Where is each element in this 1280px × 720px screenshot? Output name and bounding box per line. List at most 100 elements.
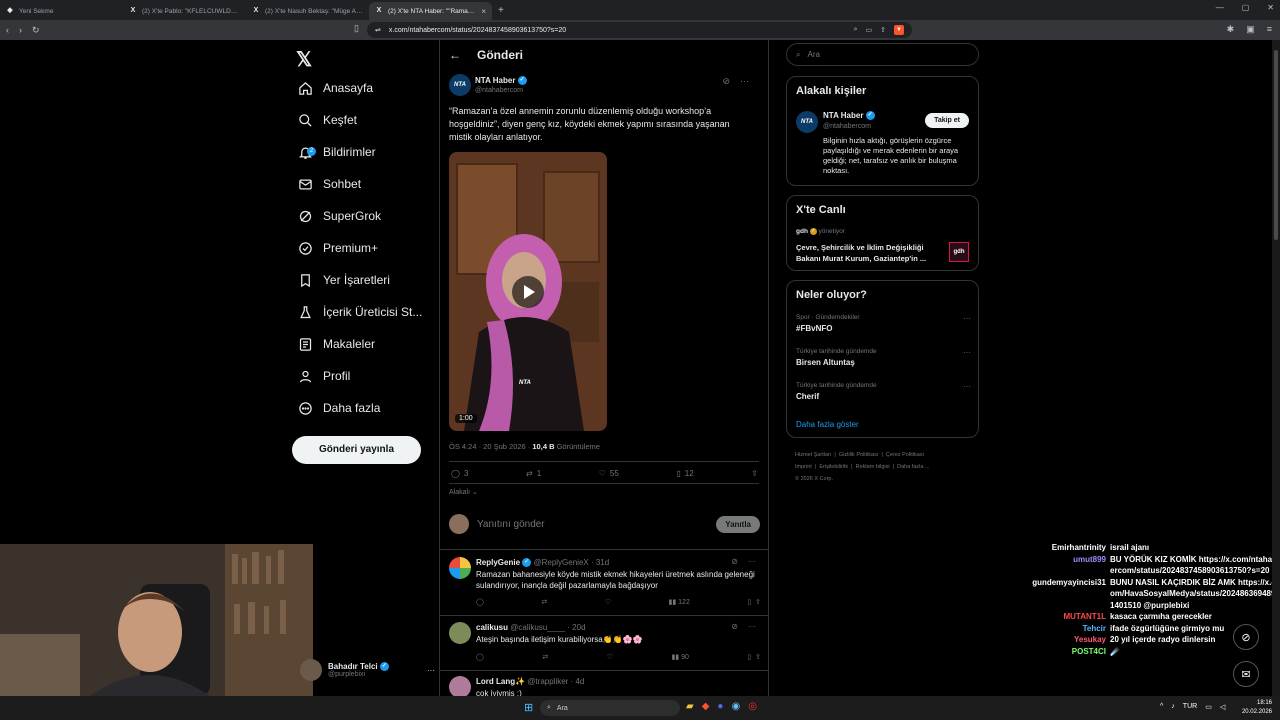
zoom-icon[interactable]: ⌕: [854, 26, 858, 34]
reload-icon[interactable]: ↻: [32, 25, 40, 36]
avatar[interactable]: NTA: [449, 74, 471, 96]
chat-username[interactable]: gundemyayincisi31: [1000, 577, 1106, 612]
address-bar[interactable]: ⇌ x.com/ntahabercom/status/2024837458903…: [367, 22, 912, 38]
like-action[interactable]: ♡ 55: [599, 469, 619, 478]
account-switcher[interactable]: Bahadır Telci ✓ @purplebixi ···: [300, 655, 435, 685]
nav-home[interactable]: Anasayfa: [298, 76, 373, 100]
more-options-icon[interactable]: ···: [748, 622, 756, 631]
grok-icon[interactable]: ⊘: [722, 76, 730, 87]
site-info-icon[interactable]: ⇌: [375, 26, 381, 34]
grok-icon[interactable]: ⊘: [731, 557, 738, 566]
nav-more[interactable]: Daha fazla: [298, 396, 380, 420]
author-name-row[interactable]: NTA Haber ✓: [475, 76, 527, 86]
more-options-icon[interactable]: ···: [963, 348, 971, 357]
nav-notifications[interactable]: 2 Bildirimler: [298, 140, 376, 164]
obs-icon[interactable]: ◎: [748, 701, 757, 712]
language-indicator[interactable]: TUR: [1183, 703, 1197, 711]
back-icon[interactable]: ‹: [6, 25, 9, 35]
scrollbar-thumb[interactable]: [1274, 50, 1278, 240]
menu-icon[interactable]: ≡: [1267, 24, 1272, 35]
taskbar-search[interactable]: ⌕ Ara: [540, 700, 680, 716]
nav-bookmarks[interactable]: Yer İşaretleri: [298, 268, 390, 292]
nav-creator-studio[interactable]: İçerik Üreticisi St...: [298, 300, 422, 324]
share-icon[interactable]: ⇪: [751, 469, 758, 478]
volume-icon[interactable]: ◁: [1220, 703, 1225, 711]
footer-link[interactable]: Erişilebilirlik: [819, 464, 848, 470]
heart-icon[interactable]: ♡: [607, 653, 613, 661]
reply-name[interactable]: ReplyGenie: [476, 558, 520, 567]
grok-icon[interactable]: ⊘: [731, 622, 738, 631]
nav-articles[interactable]: Makaleler: [298, 332, 375, 356]
follow-button[interactable]: Takip et: [925, 113, 969, 128]
file-explorer-icon[interactable]: ▰: [686, 701, 694, 712]
share-icon[interactable]: ⇪: [880, 26, 886, 34]
footer-link[interactable]: Hizmet Şartları: [795, 452, 831, 458]
chat-username[interactable]: Yesukay: [1000, 634, 1106, 646]
comment-icon[interactable]: ◯: [476, 598, 484, 606]
nav-explore[interactable]: Keşfet: [298, 108, 357, 132]
related-name-row[interactable]: NTA Haber ✓: [823, 111, 875, 121]
forward-icon[interactable]: ›: [19, 25, 22, 35]
more-options-icon[interactable]: ···: [427, 666, 435, 675]
nav-supergrok[interactable]: SuperGrok: [298, 204, 381, 228]
chat-username[interactable]: MUTANT1L: [1000, 611, 1106, 623]
more-options-icon[interactable]: ···: [963, 382, 971, 391]
tweet-time[interactable]: ÖS 4:24 · 20 Şub 2026 ·: [449, 442, 532, 451]
retweet-action[interactable]: ⇄ 1: [526, 469, 541, 478]
more-options-icon[interactable]: ···: [748, 557, 756, 566]
new-tab-icon[interactable]: +: [498, 5, 504, 16]
chat-username[interactable]: POST4CI: [1000, 646, 1106, 658]
close-window-icon[interactable]: ✕: [1267, 3, 1274, 12]
footer-link[interactable]: Gizlilik Politikası: [839, 452, 878, 458]
relevance-dropdown[interactable]: Alakalı ⌄: [449, 488, 478, 496]
reply-input[interactable]: Yanıtını gönder: [477, 519, 545, 530]
bookmark-action[interactable]: ▯ 12: [676, 469, 693, 478]
comment-icon[interactable]: ◯: [476, 653, 484, 661]
back-arrow-icon[interactable]: ←: [449, 48, 461, 62]
reply-item[interactable]: ReplyGenie ✓ @ReplyGenieX · 31d ⊘ ··· Ram…: [449, 557, 764, 612]
reply-action[interactable]: ◯ 3: [451, 469, 468, 478]
avatar[interactable]: NTA: [796, 111, 818, 133]
retweet-icon[interactable]: ⇄: [541, 598, 547, 606]
avatar[interactable]: [449, 676, 471, 696]
live-title[interactable]: Çevre, Şehircilik ve İklim Değişikliği B…: [796, 242, 942, 264]
trend-item[interactable]: Türkiye tarihinde gündemde Birsen Altunta…: [796, 348, 971, 367]
footer-link[interactable]: Reklam bilgisi: [856, 464, 890, 470]
footer-link[interactable]: Imprint: [795, 464, 812, 470]
avatar[interactable]: [449, 622, 471, 644]
footer-link[interactable]: Daha fazla ...: [897, 464, 929, 470]
wallet-icon[interactable]: ▣: [1246, 24, 1255, 35]
more-options-icon[interactable]: ···: [740, 76, 749, 87]
clock[interactable]: 18:16 20.02.2026: [1242, 699, 1272, 717]
heart-icon[interactable]: ♡: [605, 598, 611, 606]
search-input[interactable]: ⌕ Ara: [786, 43, 979, 66]
video-player[interactable]: NTA 1:00: [449, 152, 607, 431]
footer-link[interactable]: Çerez Politikası: [886, 452, 924, 458]
close-tab-icon[interactable]: ×: [481, 7, 486, 16]
views-action[interactable]: ▮▮ 122: [669, 598, 690, 606]
browser-tab[interactable]: X (2) X'te Nasuh Bektaş: "Müge Anlı'nı: [246, 2, 369, 20]
show-more-link[interactable]: Daha fazla göster: [796, 420, 859, 429]
cast-icon[interactable]: ▭: [866, 26, 873, 34]
browser-tab[interactable]: ◆ Yeni Sekme: [0, 2, 123, 20]
bookmark-icon[interactable]: ▯ ⇪: [747, 653, 761, 661]
nav-premium[interactable]: Premium+: [298, 236, 378, 260]
chat-username[interactable]: Tehcir: [1000, 623, 1106, 635]
browser-tab[interactable]: X (2) X'te Pablo: "KFLELCUWLDLELCLE(: [123, 2, 246, 20]
chat-username[interactable]: Emirhantrinity: [1000, 542, 1106, 554]
reply-name[interactable]: calikusu: [476, 623, 508, 632]
trend-item[interactable]: Spor · Gündemdekiler #FBvNFO ···: [796, 314, 971, 333]
brave-shield-icon[interactable]: ▼: [894, 25, 904, 35]
more-options-icon[interactable]: ···: [963, 314, 971, 323]
x-logo[interactable]: 𝕏: [296, 47, 312, 72]
nav-profile[interactable]: Profil: [298, 364, 350, 388]
network-icon[interactable]: ▭: [1205, 703, 1212, 711]
reply-button[interactable]: Yanıtla: [716, 515, 760, 533]
bookmark-icon[interactable]: ▯ ⇪: [747, 598, 761, 606]
maximize-icon[interactable]: ▢: [1242, 3, 1250, 12]
retweet-icon[interactable]: ⇄: [542, 653, 548, 661]
minimize-icon[interactable]: —: [1216, 3, 1224, 12]
play-button[interactable]: [512, 276, 544, 308]
browser-tab-active[interactable]: X (2) X'te NTA Haber: ""Ramazan'a ×: [369, 2, 492, 20]
brave-icon[interactable]: ◆: [702, 701, 710, 712]
